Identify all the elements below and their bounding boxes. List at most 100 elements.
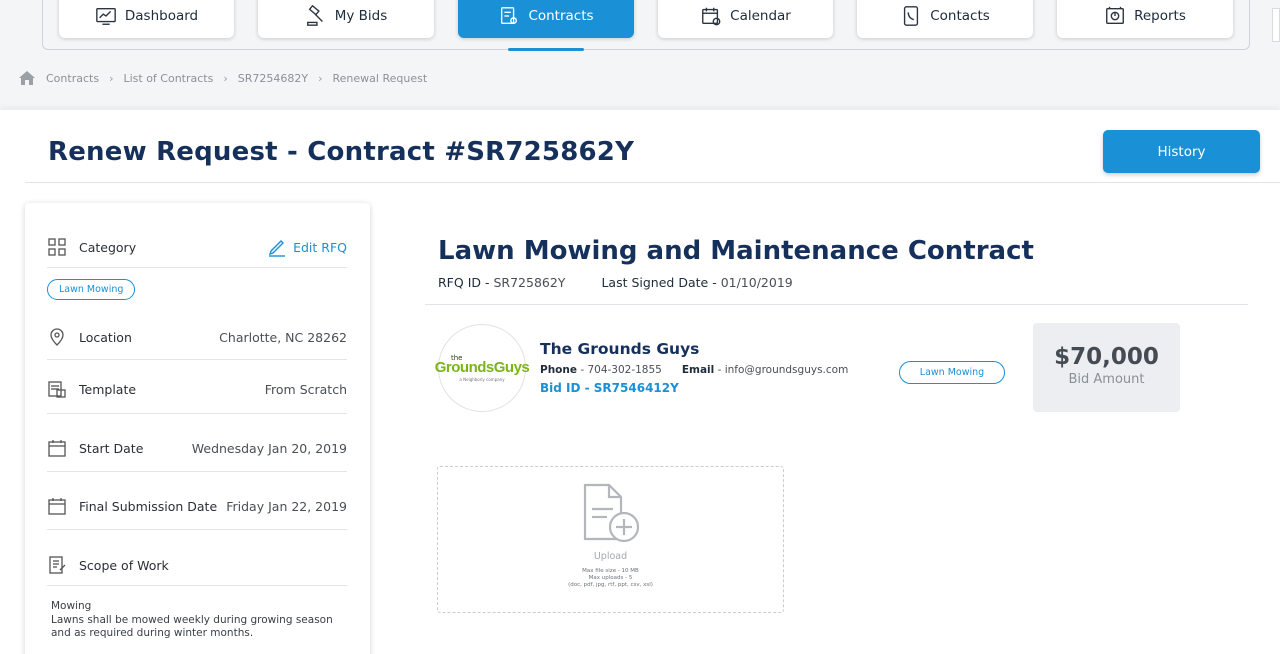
dashboard-icon: [96, 7, 116, 25]
side-divider: [47, 585, 347, 586]
vendor-name: The Grounds Guys: [540, 340, 700, 358]
nav-reports-button[interactable]: Reports: [1057, 0, 1233, 38]
last-signed-label: Last Signed Date: [601, 275, 709, 290]
template-value: From Scratch: [264, 381, 347, 397]
breadcrumb: Contracts › List of Contracts › SR725468…: [18, 70, 427, 86]
phone-label: Phone: [540, 364, 577, 376]
template-label: Template: [79, 381, 137, 397]
vendor-logo: the GroundsGuys a Neighborly company: [435, 324, 530, 412]
nav-reports-label: Reports: [1134, 8, 1186, 24]
bid-amount-label: Bid Amount: [1068, 372, 1145, 387]
breadcrumb-contracts[interactable]: Contracts: [46, 72, 99, 85]
location-value: Charlotte, NC 28262: [219, 329, 347, 345]
side-divider: [47, 267, 347, 268]
breadcrumb-list-of-contracts[interactable]: List of Contracts: [123, 72, 213, 85]
nav-dashboard-button[interactable]: Dashboard: [59, 0, 234, 38]
scope-title: Mowing: [51, 600, 92, 612]
upload-note-size: Max file size - 10 MB: [582, 568, 639, 574]
category-label: Category: [79, 239, 137, 255]
vendor-category-tag: Lawn Mowing: [899, 361, 1005, 384]
category-row: Category Edit RFQ: [47, 237, 347, 257]
location-label: Location: [79, 329, 132, 345]
nav-calendar-button[interactable]: Calendar: [658, 0, 833, 38]
breadcrumb-separator: ›: [109, 71, 114, 85]
rfq-details-panel: Category Edit RFQ Lawn Mowing Location C…: [25, 203, 370, 654]
scope-label: Scope of Work: [79, 557, 169, 573]
logo-sub-text: a Neighborly company: [459, 377, 505, 382]
active-tab-indicator: [508, 48, 584, 51]
edit-rfq-link[interactable]: Edit RFQ: [267, 237, 347, 257]
rfq-id-label: RFQ ID: [438, 275, 481, 290]
page-title: Renew Request - Contract #SR725862Y: [48, 137, 635, 167]
calendar-icon: [48, 498, 66, 515]
edit-rfq-label: Edit RFQ: [293, 239, 347, 255]
nav-dashboard-label: Dashboard: [124, 8, 199, 24]
start-date-label: Start Date: [79, 440, 144, 456]
scope-description: Lawns shall be mowed weekly during growi…: [51, 613, 333, 640]
last-signed-value: 01/10/2019: [720, 275, 793, 290]
last-signed-date: Last Signed Date - 01/10/2019: [601, 275, 793, 290]
start-date-value: Wednesday Jan 20, 2019: [191, 440, 347, 456]
vendor-tag-wrapper: Lawn Mowing: [899, 360, 1005, 384]
breadcrumb-separator: ›: [318, 71, 323, 85]
phone-icon: [904, 6, 919, 26]
home-icon[interactable]: [18, 70, 36, 86]
document-edit-icon: [49, 556, 66, 574]
breadcrumb-renewal-request: Renewal Request: [332, 71, 428, 85]
bid-id-link[interactable]: Bid ID - SR7546412Y: [540, 381, 679, 395]
contracts-icon: [501, 7, 518, 25]
side-divider: [47, 529, 347, 530]
nav-my-bids-label: My Bids: [334, 8, 388, 24]
upload-label: Upload: [593, 551, 628, 562]
header-divider: [25, 182, 1280, 183]
scope-of-work-text: Mowing Lawns shall be mowed weekly durin…: [51, 600, 341, 641]
nav-my-bids-button[interactable]: My Bids: [258, 0, 434, 38]
email-label: Email: [681, 364, 715, 376]
upload-note-count: Max uploads - 5: [588, 575, 633, 581]
phone-value: 704-302-1855: [587, 364, 662, 376]
template-row: Template From Scratch: [47, 379, 347, 399]
final-submission-row: Final Submission Date Friday Jan 22, 201…: [47, 496, 347, 516]
gavel-icon: [306, 5, 323, 26]
scroll-edge: [1272, 8, 1280, 42]
contract-divider: [425, 304, 1248, 305]
final-submission-label: Final Submission Date: [79, 498, 218, 514]
category-tag-row: Lawn Mowing: [47, 279, 347, 300]
breadcrumb-contract-id[interactable]: SR7254682Y: [238, 72, 308, 85]
upload-constraints: Max file size - 10 MB Max uploads - 5 (d…: [568, 568, 653, 589]
grid-icon: [48, 238, 66, 256]
top-navigation: Dashboard My Bids Contracts Calendar Con…: [0, 0, 1280, 110]
bid-amount-box: $70,000 Bid Amount: [1033, 323, 1180, 412]
nav-contacts-button[interactable]: Contacts: [857, 0, 1033, 38]
reports-icon: [1106, 6, 1125, 25]
breadcrumb-separator: ›: [223, 71, 228, 85]
start-date-row: Start Date Wednesday Jan 20, 2019: [47, 438, 347, 458]
vendor-contact: Phone - 704-302-1855 Email - info@ground…: [540, 364, 848, 376]
contract-title: Lawn Mowing and Maintenance Contract: [438, 236, 1034, 266]
location-row: Location Charlotte, NC 28262: [47, 327, 347, 347]
email-value: info@groundsguys.com: [724, 364, 849, 376]
scope-row: Scope of Work: [47, 555, 347, 575]
upload-note-types: (doc, pdf, jpg, rtf, ppt, csv, xsl): [568, 582, 653, 588]
nav-contracts-button[interactable]: Contracts: [458, 0, 634, 38]
template-icon: [48, 381, 66, 398]
location-pin-icon: [50, 328, 64, 346]
rfq-id: RFQ ID - SR725862Y: [438, 275, 566, 290]
vendor-email: Email - info@groundsguys.com: [681, 364, 849, 376]
calendar-icon: [48, 440, 66, 457]
nav-contacts-label: Contacts: [930, 8, 990, 24]
side-divider: [47, 413, 347, 414]
nav-calendar-label: Calendar: [730, 8, 791, 24]
final-submission-value: Friday Jan 22, 2019: [226, 498, 347, 514]
logo-name-text: GroundsGuys: [434, 359, 530, 376]
bid-amount-value: $70,000: [1054, 344, 1159, 370]
upload-dropzone[interactable]: Upload Max file size - 10 MB Max uploads…: [437, 466, 784, 613]
history-button[interactable]: History: [1103, 130, 1260, 173]
rfq-id-value: SR725862Y: [493, 275, 566, 290]
side-divider: [47, 471, 347, 472]
vendor-phone: Phone - 704-302-1855: [540, 364, 662, 376]
nav-contracts-label: Contracts: [528, 8, 594, 24]
side-divider: [47, 359, 347, 360]
category-tag: Lawn Mowing: [47, 279, 136, 300]
calendar-icon: [702, 7, 721, 26]
